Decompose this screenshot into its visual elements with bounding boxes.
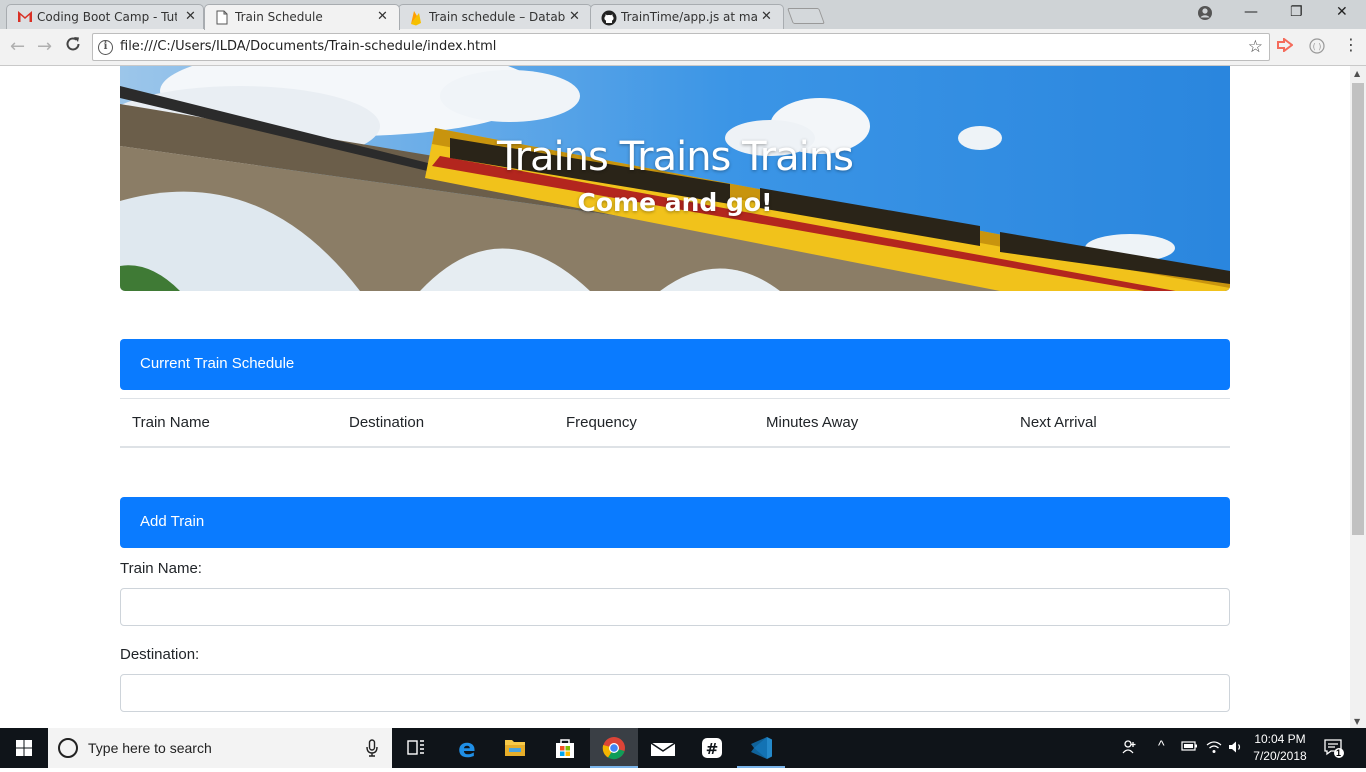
destination-label: Destination: — [120, 646, 200, 663]
schedule-table-header: Train Name Destination Frequency Minutes… — [120, 398, 1230, 448]
browser-toolbar: ← → i file:///C:/Users/ILDA/Documents/Tr… — [0, 29, 1366, 66]
column-header: Destination — [349, 414, 425, 431]
scrollbar-thumb[interactable] — [1352, 83, 1364, 535]
column-header: Train Name — [132, 414, 210, 431]
svg-text:#: # — [706, 740, 719, 758]
info-icon[interactable]: i — [98, 40, 113, 55]
extension-icon[interactable] — [1277, 37, 1294, 56]
search-placeholder[interactable]: Type here to search — [88, 740, 212, 756]
edge-icon[interactable]: e — [443, 728, 491, 768]
address-bar[interactable]: i file:///C:/Users/ILDA/Documents/Train-… — [92, 33, 1270, 61]
svg-text:e: e — [458, 734, 476, 764]
tab-title: Train Schedule — [235, 10, 323, 24]
new-tab-button[interactable] — [787, 8, 825, 24]
windows-icon — [16, 740, 32, 756]
gmail-icon — [17, 10, 33, 24]
train-name-input[interactable] — [120, 588, 1230, 626]
chrome-icon[interactable] — [590, 728, 638, 768]
cortana-icon[interactable] — [58, 738, 78, 758]
back-icon[interactable]: ← — [10, 36, 25, 57]
jumbotron: Trains Trains Trains Come and go! — [120, 66, 1230, 291]
minimize-icon[interactable]: — — [1244, 4, 1258, 20]
windows-taskbar: Type here to search e # ^ 10:04 PM 7/20/… — [0, 728, 1366, 768]
clock-time: 10:04 PM — [1254, 732, 1306, 746]
schedule-card-header: Current Train Schedule — [120, 339, 1230, 390]
file-explorer-icon[interactable] — [491, 728, 539, 768]
tab-title: TrainTime/app.js at maste — [621, 10, 757, 24]
profile-icon[interactable] — [1197, 5, 1213, 25]
close-tab-icon[interactable]: ✕ — [761, 9, 772, 24]
extension-icon[interactable]: ( ) — [1309, 38, 1325, 58]
bookmark-star-icon[interactable]: ☆ — [1248, 37, 1263, 57]
github-icon — [601, 10, 617, 26]
page-scrollbar[interactable]: ▲ ▼ — [1350, 66, 1366, 728]
tab-firebase[interactable]: Train schedule – Databas ✕ — [398, 4, 592, 29]
tab-train-schedule[interactable]: Train Schedule ✕ — [204, 4, 400, 30]
mail-icon[interactable] — [639, 728, 687, 768]
column-header: Minutes Away — [766, 414, 859, 431]
page-icon — [215, 10, 231, 25]
tab-github[interactable]: TrainTime/app.js at maste ✕ — [590, 4, 784, 29]
jumbotron-subtitle: Come and go! — [577, 188, 773, 217]
scroll-up-icon[interactable]: ▲ — [1354, 69, 1360, 78]
restore-icon[interactable]: ❐ — [1290, 4, 1303, 20]
jumbotron-title: Trains Trains Trains — [497, 134, 854, 180]
train-name-label: Train Name: — [120, 560, 202, 577]
notification-badge: 1 — [1336, 748, 1342, 758]
column-header: Frequency — [566, 414, 637, 431]
scroll-down-icon[interactable]: ▼ — [1354, 717, 1360, 726]
svg-text:( ): ( ) — [1313, 42, 1322, 51]
tab-coding-boot-camp[interactable]: Coding Boot Camp - Tuto ✕ — [6, 4, 204, 29]
tab-title: Coding Boot Camp - Tuto — [37, 10, 177, 24]
close-tab-icon[interactable]: ✕ — [185, 9, 196, 24]
reload-icon[interactable] — [64, 35, 82, 58]
firebase-icon — [409, 10, 425, 26]
wifi-icon[interactable] — [1206, 740, 1222, 757]
close-tab-icon[interactable]: ✕ — [569, 9, 580, 24]
microphone-icon[interactable] — [366, 739, 378, 761]
url-text[interactable]: file:///C:/Users/ILDA/Documents/Train-sc… — [120, 39, 496, 54]
tab-title: Train schedule – Databas — [429, 10, 565, 24]
start-button[interactable] — [0, 728, 48, 768]
vscode-icon[interactable] — [737, 728, 785, 768]
menu-icon[interactable]: ⋮ — [1343, 35, 1359, 54]
store-icon[interactable] — [541, 728, 589, 768]
column-header: Next Arrival — [1020, 414, 1097, 431]
close-tab-icon[interactable]: ✕ — [377, 9, 388, 24]
forward-icon[interactable]: → — [37, 36, 52, 57]
destination-input[interactable] — [120, 674, 1230, 712]
volume-icon[interactable] — [1228, 740, 1244, 757]
slack-icon[interactable]: # — [688, 728, 736, 768]
system-clock[interactable]: 10:04 PM 7/20/2018 — [1248, 731, 1312, 765]
battery-icon[interactable] — [1181, 740, 1198, 755]
show-hidden-icons[interactable]: ^ — [1158, 737, 1165, 753]
page-viewport: Trains Trains Trains Come and go! Curren… — [0, 66, 1350, 728]
taskbar-search-box[interactable]: Type here to search — [48, 728, 392, 768]
add-train-card-header: Add Train — [120, 497, 1230, 548]
people-icon[interactable] — [1121, 738, 1139, 759]
clock-date: 7/20/2018 — [1253, 749, 1307, 763]
task-view-icon[interactable] — [392, 728, 440, 768]
action-center-icon[interactable] — [1323, 737, 1345, 762]
browser-tab-strip: Coding Boot Camp - Tuto ✕ Train Schedule… — [0, 0, 1366, 30]
close-window-icon[interactable]: ✕ — [1336, 4, 1348, 20]
